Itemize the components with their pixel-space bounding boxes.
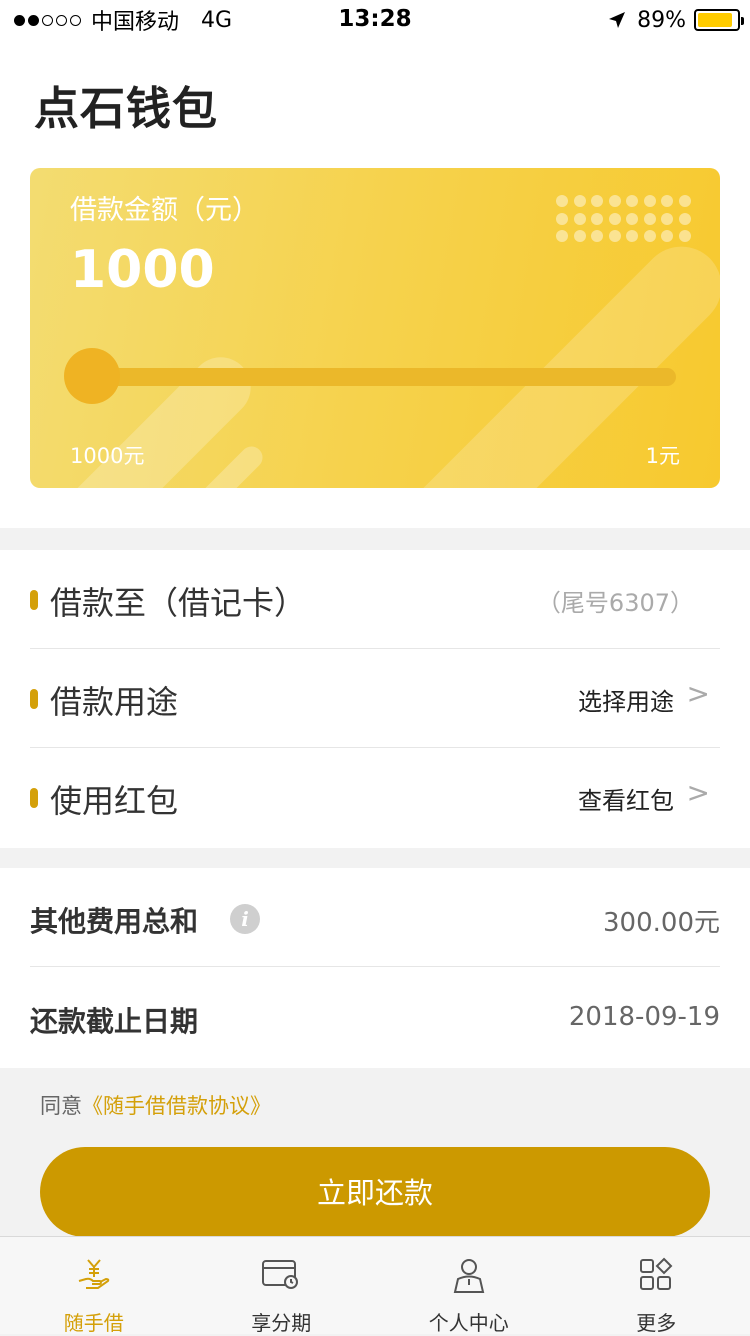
card-clock-icon (261, 1257, 301, 1291)
select-purpose-link[interactable]: 选择用途 (578, 682, 674, 717)
row-marker (30, 590, 38, 610)
status-right: 89% (607, 6, 740, 34)
row-label: 还款截止日期 (30, 1000, 198, 1040)
user-icon (451, 1257, 487, 1295)
row-due-date: 还款截止日期 2018-09-19 (30, 968, 720, 1067)
row-label: 借款用途 (50, 677, 178, 723)
repay-now-button[interactable]: 立即还款 (40, 1147, 710, 1237)
card-tail-number: （尾号6307） (537, 583, 694, 618)
agreement-link[interactable]: 《随手借借款协议》 (82, 1094, 271, 1118)
tab-personal-center[interactable]: 个人中心 (375, 1237, 563, 1334)
hand-yen-icon (76, 1257, 112, 1293)
loan-amount-value: 1000 (70, 240, 215, 300)
row-marker (30, 689, 38, 709)
view-red-packet-link[interactable]: 查看红包 (578, 781, 674, 816)
battery-percent: 89% (637, 8, 686, 33)
chevron-right-icon: > (687, 677, 710, 710)
row-debit-card[interactable]: 借款至（借记卡） （尾号6307） (30, 550, 720, 649)
info-icon[interactable]: i (230, 904, 260, 934)
fees-section: 其他费用总和 i 300.00元 还款截止日期 2018-09-19 (0, 868, 750, 1068)
tab-label: 随手借 (0, 1307, 188, 1336)
row-label: 使用红包 (50, 776, 178, 822)
loan-amount-label: 借款金额（元） (70, 188, 259, 227)
due-date-value: 2018-09-19 (569, 1002, 720, 1032)
dot-pattern (556, 195, 682, 242)
tab-suishoujie[interactable]: 随手借 (0, 1237, 188, 1334)
row-other-fees: 其他费用总和 i 300.00元 (30, 868, 720, 967)
tab-label: 更多 (563, 1307, 750, 1336)
row-label: 其他费用总和 (30, 900, 198, 940)
row-loan-purpose[interactable]: 借款用途 选择用途 > (30, 649, 720, 748)
loan-amount-card: 借款金额（元） 1000 1000元 1元 (30, 168, 720, 488)
slider-min-label: 1000元 (70, 440, 144, 470)
tab-label: 个人中心 (375, 1307, 563, 1336)
row-marker (30, 788, 38, 808)
row-red-packet[interactable]: 使用红包 查看红包 > (30, 748, 720, 847)
card-decoration (195, 442, 267, 488)
other-fees-value: 300.00元 (603, 902, 720, 939)
battery-level (698, 13, 732, 27)
agreement-text: 同意《随手借借款协议》 (40, 1090, 271, 1120)
amount-slider-track[interactable] (70, 368, 676, 386)
agreement-prefix: 同意 (40, 1094, 82, 1118)
slider-max-label: 1元 (646, 440, 680, 470)
tab-bar: 随手借 享分期 个人中心 更多 (0, 1236, 750, 1334)
chevron-right-icon: > (687, 776, 710, 809)
grid-icon (638, 1257, 674, 1293)
battery-icon (694, 9, 740, 31)
page-title: 点石钱包 (34, 72, 218, 137)
tab-installment[interactable]: 享分期 (188, 1237, 376, 1334)
tab-label: 享分期 (188, 1307, 376, 1336)
location-arrow-icon (607, 10, 627, 30)
tab-more[interactable]: 更多 (563, 1237, 750, 1334)
row-label: 借款至（借记卡） (50, 578, 306, 624)
loan-options-section: 借款至（借记卡） （尾号6307） 借款用途 选择用途 > 使用红包 查看红包 … (0, 550, 750, 848)
amount-slider-handle[interactable] (64, 348, 120, 404)
